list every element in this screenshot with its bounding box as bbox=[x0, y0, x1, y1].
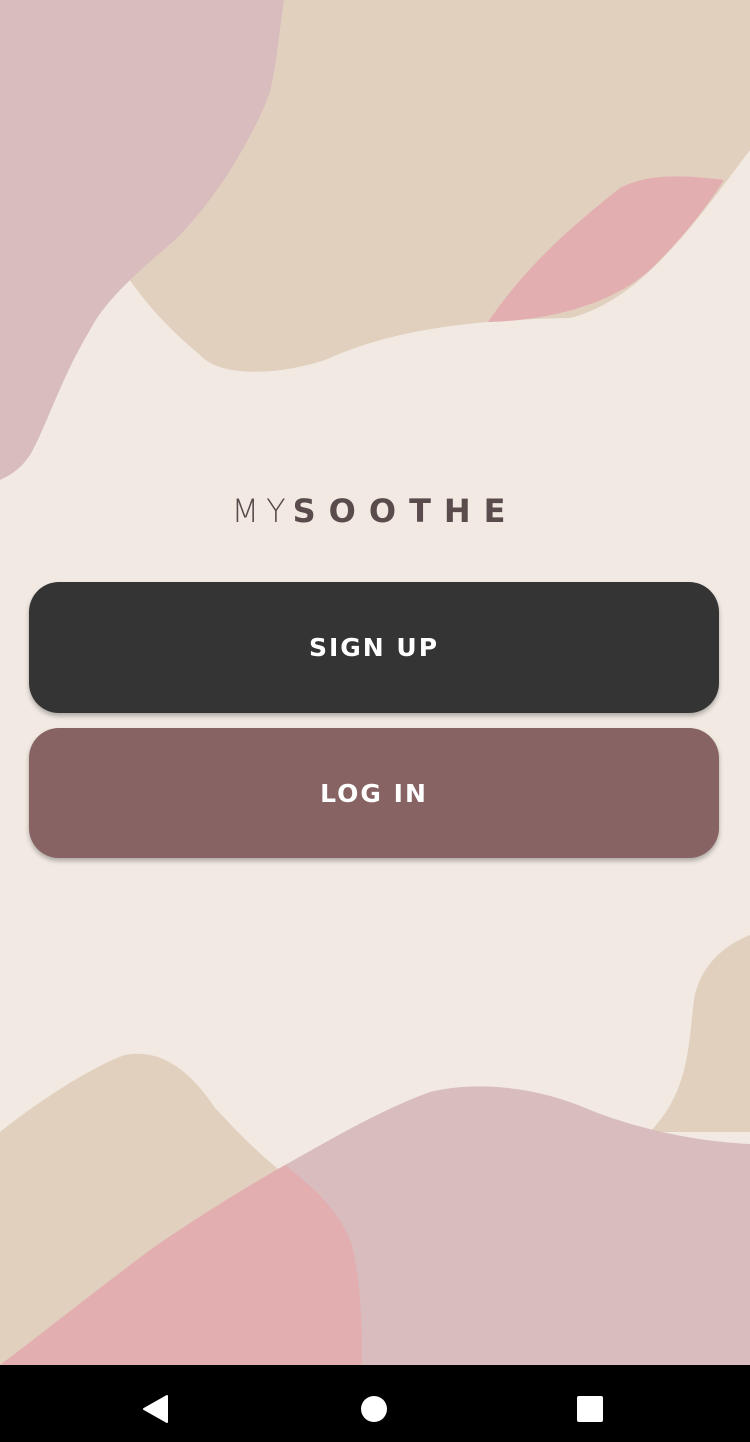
app-screen: MYSOOTHE SIGN UP LOG IN bbox=[0, 0, 750, 1442]
bottom-right-beige-shape bbox=[650, 935, 750, 1132]
back-button[interactable] bbox=[126, 1379, 186, 1439]
system-navigation-bar bbox=[0, 1365, 750, 1442]
logo-text-light: MY bbox=[231, 492, 293, 530]
recents-button[interactable] bbox=[560, 1379, 620, 1439]
log-in-button[interactable]: LOG IN bbox=[29, 728, 719, 858]
sign-up-button[interactable]: SIGN UP bbox=[29, 582, 719, 713]
log-in-label: LOG IN bbox=[320, 778, 428, 808]
home-button[interactable] bbox=[344, 1379, 404, 1439]
app-logo: MYSOOTHE bbox=[0, 486, 750, 536]
circle-home-icon bbox=[361, 1396, 387, 1422]
welcome-screen: MYSOOTHE SIGN UP LOG IN bbox=[0, 0, 750, 1365]
logo-text-bold: SOOTHE bbox=[292, 492, 519, 530]
sign-up-label: SIGN UP bbox=[308, 633, 440, 662]
square-recents-icon bbox=[577, 1396, 603, 1422]
triangle-back-icon bbox=[143, 1395, 168, 1423]
